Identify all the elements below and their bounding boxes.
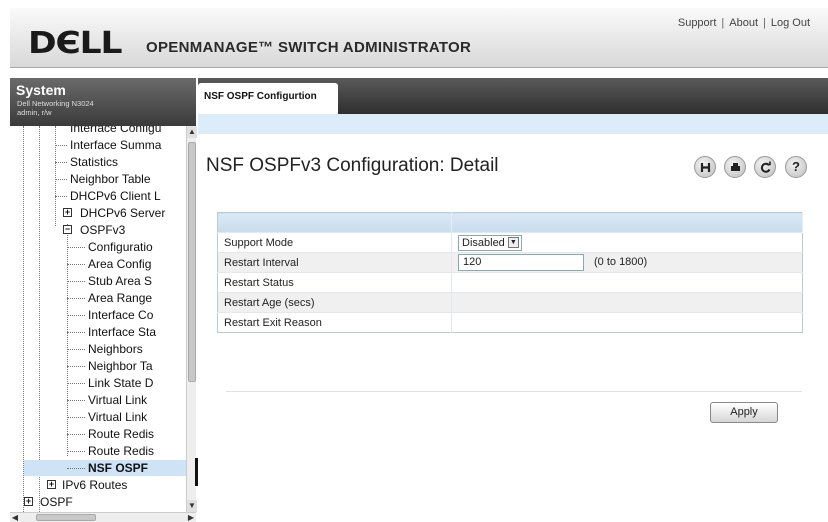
navigation-panel: System Dell Networking N3024 admin, r/w … (10, 78, 197, 522)
support-mode-cell: Disabled ▼ (451, 232, 803, 253)
chevron-down-icon[interactable]: ▼ (507, 237, 519, 249)
restart-age-value (451, 292, 803, 313)
tree-guide-line (55, 126, 56, 226)
scroll-thumb[interactable] (36, 514, 96, 521)
tree-guide-line (39, 126, 40, 512)
tree-item-neighbors[interactable]: Neighbors (88, 341, 180, 357)
logout-link[interactable]: Log Out (771, 17, 810, 29)
restart-interval-label: Restart Interval (217, 252, 452, 273)
table-row: Restart Exit Reason (217, 312, 803, 333)
support-mode-select[interactable]: Disabled ▼ (458, 234, 522, 251)
restart-status-label: Restart Status (217, 272, 452, 293)
restart-interval-input[interactable]: 120 (458, 254, 584, 271)
scroll-thumb[interactable] (188, 142, 196, 382)
tree-item-stub-area-summary[interactable]: Stub Area S (88, 273, 180, 289)
divider (226, 391, 802, 392)
main-content: NSF OSPFv3 Configuration: Detail ? Suppo… (198, 114, 828, 522)
support-mode-label: Support Mode (217, 232, 452, 253)
nav-vertical-scrollbar[interactable]: ▲ ▼ (186, 126, 197, 512)
tree-item-ospf[interactable]: OSPF (40, 494, 180, 510)
tree-guide-line (67, 224, 68, 456)
expand-icon[interactable]: + (24, 497, 33, 506)
table-row: Restart Age (secs) (217, 292, 803, 313)
nav-tree: Interface Configu Interface Summa Statis… (10, 126, 186, 512)
content-top-band (198, 114, 828, 134)
tree-item-interface-summary[interactable]: Interface Summa (70, 137, 180, 153)
tree-item-dhcpv6-server[interactable]: DHCPv6 Server (80, 205, 180, 221)
tree-item-ipv6-routes[interactable]: IPv6 Routes (62, 477, 180, 493)
tree-item-route-redistribution-config[interactable]: Route Redis (88, 426, 180, 442)
system-info[interactable]: System Dell Networking N3024 admin, r/w (10, 78, 196, 126)
dell-logo: DЄLL (28, 26, 122, 61)
tab-bar: NSF OSPF Configurtion (198, 78, 828, 114)
tree-item-ospfv3-configuration[interactable]: Configuratio (88, 239, 180, 255)
tree-item-neighbor-table-ospfv3[interactable]: Neighbor Ta (88, 358, 180, 374)
restart-age-label: Restart Age (secs) (217, 292, 452, 313)
tree-item-area-range[interactable]: Area Range (88, 290, 180, 306)
support-link[interactable]: Support (678, 17, 717, 29)
restart-status-value (451, 272, 803, 293)
restart-exit-reason-value (451, 312, 803, 333)
table-header-row (217, 212, 803, 233)
table-row: Restart Status (217, 272, 803, 293)
refresh-icon[interactable] (754, 156, 776, 178)
system-details: Dell Networking N3024 admin, r/w (17, 99, 94, 117)
system-title: System (16, 82, 66, 98)
tree-item-interface-statistics[interactable]: Interface Sta (88, 324, 180, 340)
apply-button[interactable]: Apply (710, 402, 778, 423)
user-info: admin, r/w (17, 108, 52, 117)
nsf-config-table: Support Mode Disabled ▼ Restart Interval … (217, 212, 803, 333)
expand-icon[interactable]: + (47, 480, 56, 489)
tree-item-area-configuration[interactable]: Area Config (88, 256, 180, 272)
expand-icon[interactable]: + (63, 208, 72, 217)
tree-item-virtual-link-configuration[interactable]: Virtual Link (88, 392, 180, 408)
tree-item-link-state-database[interactable]: Link State D (88, 375, 180, 391)
nav-horizontal-scrollbar[interactable]: ◀ ▶ (10, 512, 196, 522)
device-name: Dell Networking N3024 (17, 99, 94, 108)
restart-interval-cell: 120 (0 to 1800) (451, 252, 803, 273)
save-icon[interactable] (694, 156, 716, 178)
tree-item-route-redistribution-summary[interactable]: Route Redis (88, 443, 180, 459)
help-icon[interactable]: ? (785, 156, 807, 178)
scroll-right-icon[interactable]: ▶ (186, 513, 196, 522)
tab-nsf-ospf-configuration[interactable]: NSF OSPF Configurtion (198, 83, 338, 114)
table-row: Restart Interval 120 (0 to 1800) (217, 252, 803, 273)
tree-item-nsf-ospfv3[interactable]: NSF OSPF (24, 460, 186, 476)
tree-item-statistics[interactable]: Statistics (70, 154, 180, 170)
tree-item-ospfv3[interactable]: OSPFv3 (80, 222, 180, 238)
top-links: Support | About | Log Out (677, 17, 810, 29)
restart-exit-reason-label: Restart Exit Reason (217, 312, 452, 333)
collapse-icon[interactable]: − (63, 225, 72, 234)
table-row: Support Mode Disabled ▼ (217, 232, 803, 253)
scroll-up-icon[interactable]: ▲ (187, 126, 197, 138)
tree-guide-line (23, 126, 24, 512)
tree-item-neighbor-table[interactable]: Neighbor Table (70, 171, 180, 187)
app-header: DЄLL OPENMANAGE™ SWITCH ADMINISTRATOR Su… (10, 8, 828, 68)
restart-interval-range: (0 to 1800) (594, 256, 648, 269)
about-link[interactable]: About (729, 17, 758, 29)
tree-item-virtual-link-summary[interactable]: Virtual Link (88, 409, 180, 425)
scroll-down-icon[interactable]: ▼ (187, 500, 197, 512)
tree-item-interface-configuration[interactable]: Interface Configu (70, 126, 180, 136)
tree-item-dhcpv6-client[interactable]: DHCPv6 Client L (70, 188, 180, 204)
tree-item-interface-configuration-ospfv3[interactable]: Interface Co (88, 307, 180, 323)
scroll-left-icon[interactable]: ◀ (10, 513, 20, 522)
app-title: OPENMANAGE™ SWITCH ADMINISTRATOR (146, 39, 472, 56)
page-title: NSF OSPFv3 Configuration: Detail (206, 155, 499, 176)
print-icon[interactable] (724, 156, 746, 178)
